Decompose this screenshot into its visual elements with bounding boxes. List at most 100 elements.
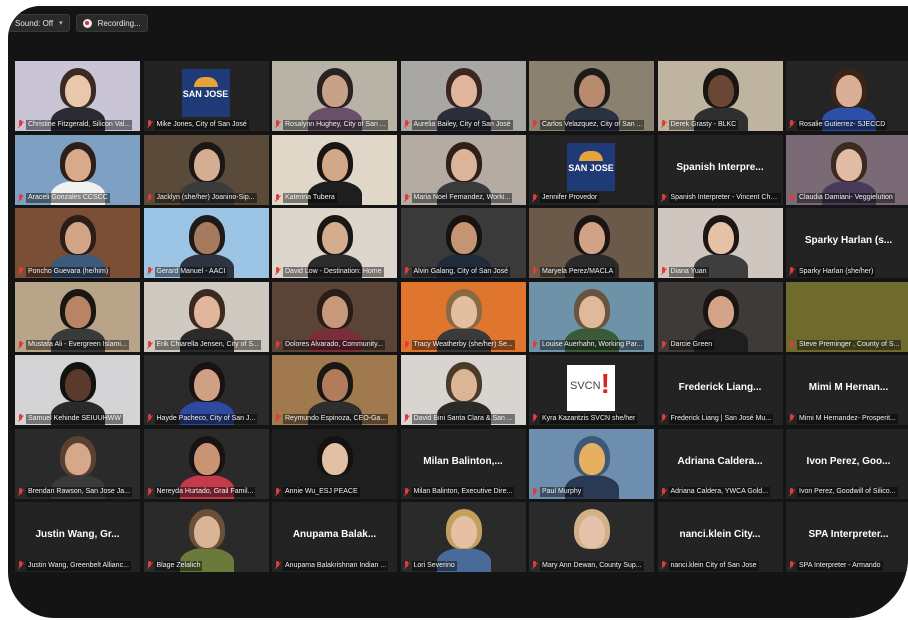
participant-tile[interactable]: Annie Wu_ESJ PEACE — [272, 428, 397, 499]
participant-name: SPA Interpreter - Armando — [797, 560, 883, 571]
participant-name: Annie Wu_ESJ PEACE — [283, 487, 360, 497]
participant-tile[interactable]: Derek Grasty - BLKC — [657, 61, 783, 131]
participant-name: Milan Balinton, Executive Dire... — [411, 487, 515, 497]
participant-tile[interactable]: SAN JOSE Jennifer Provedor — [529, 134, 654, 205]
muted-mic-icon — [17, 414, 24, 423]
participant-name: Anupama Balakrishnan Indian ... — [283, 560, 389, 571]
participant-tile[interactable]: Erik Chiarella Jensen, City of S... — [143, 281, 269, 352]
participant-tile[interactable]: Lori Severino — [400, 502, 526, 572]
participant-tile[interactable]: nanci.klein City... nanci.klein City of S… — [657, 502, 783, 572]
muted-mic-icon — [531, 267, 538, 276]
participant-caption: Lori Severino — [403, 560, 524, 571]
participant-tile[interactable]: Katerina Tubera — [272, 134, 397, 205]
participant-caption: Frederick Liang | San José Mu... — [660, 413, 781, 424]
participant-tile[interactable]: Claudia Damiani- Veggielution — [786, 134, 908, 205]
participant-tile[interactable]: Hayde Pacheco, City of San J... — [143, 355, 269, 425]
participant-tile[interactable]: Diana Yuan — [657, 208, 783, 278]
participant-display-name: Mimi M Hernan... — [808, 382, 889, 393]
participant-tile[interactable]: Maria Noel Fernandez, Worki... — [400, 134, 526, 205]
participant-caption: Brendan Rawson, San Jose Ja... — [17, 487, 138, 498]
participant-tile[interactable]: Samuel Kehinde SEIUUHWW — [15, 355, 140, 425]
participant-tile[interactable]: Blage Zelalich — [143, 502, 269, 572]
participant-tile[interactable]: Carlos Velazquez, City of San ... — [529, 61, 654, 131]
muted-mic-icon — [788, 487, 795, 497]
participant-tile[interactable]: SVCN! Kyra Kazantzis SVCN she/her — [529, 355, 654, 425]
sound-label: Sound: Off — [15, 18, 54, 28]
participant-caption: Anupama Balakrishnan Indian ... — [274, 560, 395, 571]
muted-mic-icon — [274, 561, 281, 570]
participant-name: Erik Chiarella Jensen, City of S... — [154, 340, 261, 350]
participant-name: Mustafa Ali - Evergreen Islami... — [26, 340, 129, 350]
participant-caption: Annie Wu_ESJ PEACE — [274, 487, 395, 498]
participant-tile[interactable]: Frederick Liang... Frederick Liang | San … — [657, 355, 783, 425]
participant-display-name: Anupama Balak... — [292, 529, 377, 540]
recording-indicator[interactable]: Recording... — [75, 14, 148, 32]
muted-mic-icon — [531, 561, 538, 570]
participant-tile[interactable]: David Low - Destination: Home — [272, 208, 397, 278]
participant-tile[interactable]: Milan Balinton,... Milan Balinton, Execut… — [400, 428, 526, 499]
participant-tile[interactable]: Mustafa Ali - Evergreen Islami... — [15, 281, 140, 352]
participant-tile[interactable]: Maryela Perez/MACLA — [529, 208, 654, 278]
participant-tile[interactable]: Aurelia Bailey, City of San José — [400, 61, 526, 131]
muted-mic-icon — [403, 267, 410, 276]
participant-tile[interactable]: Louise Auerhahn, Working Par... — [529, 281, 654, 352]
participant-tile[interactable]: Sparky Harlan (s... Sparky Harlan (she/he… — [786, 208, 908, 278]
participant-tile[interactable]: SAN JOSE Mike Jones, City of San José — [143, 61, 269, 131]
participant-caption: Paul Murphy — [531, 487, 652, 498]
participant-display-name: Frederick Liang... — [678, 382, 762, 393]
participant-caption: Diana Yuan — [660, 266, 781, 277]
participant-tile[interactable]: Ivon Perez, Goo... Ivon Perez, Goodwill o… — [786, 428, 908, 499]
participant-tile[interactable]: SPA Interpreter... SPA Interpreter - Arma… — [786, 502, 908, 572]
muted-mic-icon — [660, 193, 667, 203]
participant-tile[interactable]: Nereyda Hurtado, Grail Famil... — [143, 428, 269, 499]
muted-mic-icon — [660, 340, 667, 350]
participant-tile[interactable]: Anupama Balak... Anupama Balakrishnan Ind… — [272, 502, 397, 572]
participant-tile[interactable]: Dolores Alvarado, Community... — [272, 281, 397, 352]
participant-name: Louise Auerhahn, Working Par... — [540, 340, 645, 350]
participant-display-name: SPA Interpreter... — [808, 529, 889, 540]
participant-tile[interactable]: Poncho Guevara (he/him) — [15, 208, 140, 278]
participant-tile[interactable]: Mimi M Hernan... Mimi M Hernandez- Prospe… — [786, 355, 908, 425]
sound-toggle[interactable]: Sound: Off ▾ — [8, 14, 70, 32]
participant-tile[interactable]: David Bini Santa Clara & San ... — [400, 355, 526, 425]
participant-caption: Milan Balinton, Executive Dire... — [403, 487, 524, 498]
participant-tile[interactable]: Tracy Weatherby (she/her) Se... — [400, 281, 526, 352]
participant-display-name: Justin Wang, Gr... — [35, 529, 120, 540]
participant-name: nanci.klein City of San Jose — [668, 560, 759, 571]
muted-mic-icon — [531, 340, 538, 350]
participant-name: Araceli Gonzales CCSCC — [26, 193, 110, 203]
participant-tile[interactable]: Christine Fitzgerald, Silicon Val... — [15, 61, 140, 131]
participant-tile[interactable]: Mary Ann Dewan, County Sup... — [529, 502, 654, 572]
participant-tile[interactable]: Brendan Rawson, San Jose Ja... — [15, 428, 140, 499]
meeting-toolbar: Sound: Off ▾ Recording... — [8, 14, 148, 34]
participant-tile[interactable]: Spanish Interpre... Spanish Interpreter -… — [657, 134, 783, 205]
participant-caption: Alvin Galang, City of San José — [403, 266, 524, 277]
participant-tile[interactable]: Gerard Manuel - AACI — [143, 208, 269, 278]
participant-tile[interactable]: Reymundo Espinoza, CEO-Ga... — [272, 355, 397, 425]
participant-name: Adriana Caldera, YWCA Gold... — [668, 487, 771, 497]
participant-tile[interactable]: Rosalie Gutierrez- SJECCD — [786, 61, 908, 131]
participant-name: Mike Jones, City of San José — [154, 119, 249, 130]
muted-mic-icon — [531, 414, 538, 423]
participant-caption: Hayde Pacheco, City of San J... — [146, 413, 267, 424]
participant-tile[interactable]: Paul Murphy — [529, 428, 654, 499]
participant-name: Rosalie Gutierrez- SJECCD — [797, 119, 888, 130]
muted-mic-icon — [146, 193, 153, 203]
muted-mic-icon — [146, 340, 153, 350]
participant-name: Aurelia Bailey, City of San José — [411, 119, 513, 130]
participant-name: Samuel Kehinde SEIUUHWW — [26, 413, 123, 424]
participant-tile[interactable]: Adriana Caldera... Adriana Caldera, YWCA … — [657, 428, 783, 499]
participant-caption: Rosalynn Hughey, City of San ... — [274, 119, 395, 130]
participant-tile[interactable]: Araceli Gonzales CCSCC — [15, 134, 140, 205]
participant-name: Mary Ann Dewan, County Sup... — [540, 560, 644, 571]
participant-caption: Mike Jones, City of San José — [146, 119, 267, 130]
participant-tile[interactable]: Justin Wang, Gr... Justin Wang, Greenbelt… — [15, 502, 140, 572]
participant-caption: David Low - Destination: Home — [274, 266, 395, 277]
muted-mic-icon — [403, 193, 410, 203]
participant-tile[interactable]: Steve Preminger , County of S... — [786, 281, 908, 352]
participant-tile[interactable]: Jacklyn (she/her) Joanino-Sip... — [143, 134, 269, 205]
participant-tile[interactable]: Rosalynn Hughey, City of San ... — [272, 61, 397, 131]
participant-tile[interactable]: Alvin Galang, City of San José — [400, 208, 526, 278]
muted-mic-icon — [403, 487, 410, 497]
participant-tile[interactable]: Darcie Green — [657, 281, 783, 352]
